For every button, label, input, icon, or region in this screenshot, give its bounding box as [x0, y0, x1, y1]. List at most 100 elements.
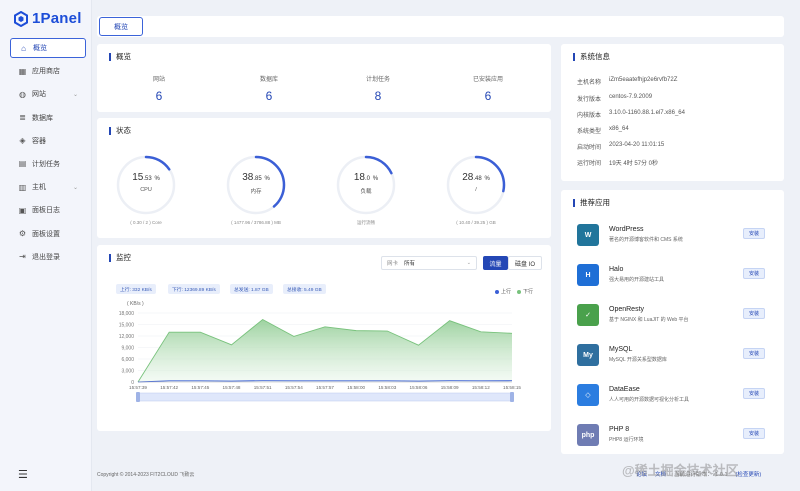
- overview-label: 已安装应用: [472, 77, 503, 83]
- overview-cron[interactable]: 计划任务 8: [338, 74, 418, 103]
- status-title: 状态: [109, 127, 131, 135]
- app-item-mysql[interactable]: My MySQL MySQL 开源关系型数据库 安装: [577, 340, 765, 370]
- sysinfo-key: 发行版本: [577, 97, 602, 103]
- sysinfo-key: 启动时间: [577, 145, 602, 151]
- check-update-link[interactable]: (检查更新): [736, 470, 762, 478]
- gauge-memory: 38.85 % 内存: [225, 154, 287, 216]
- app-item-wordpress[interactable]: W WordPress 著名的开源博客软件和 CMS 系统 安装: [577, 220, 765, 250]
- gauge-label: CPU: [140, 187, 152, 193]
- app-name: PHP 8: [609, 426, 630, 433]
- sidebar-item-cron[interactable]: ▤ 计划任务: [10, 154, 86, 174]
- logo[interactable]: 1Panel: [14, 10, 82, 27]
- zoom-slider: [137, 392, 513, 402]
- gauge-cpu: 15.53 % CPU: [115, 154, 177, 216]
- app-name: OpenResty: [609, 306, 645, 313]
- overview-label: 数据库: [259, 77, 278, 83]
- sidebar-item-label: 面板日志: [32, 207, 60, 215]
- app-item-dataease[interactable]: ◇ DataEase 人人可用的开源数据可视化分析工具 安装: [577, 380, 765, 410]
- sysinfo-card: 系统信息 主机名称 iZm5eaatefhjp2e6rvfb72Z 发行版本 c…: [561, 44, 784, 181]
- install-button[interactable]: 安装: [743, 268, 765, 279]
- overview-title: 概览: [109, 53, 131, 61]
- dataease-icon: ◇: [577, 384, 599, 406]
- overview-label: 网站: [152, 77, 165, 83]
- gauge-value: 38.85 %: [242, 172, 270, 183]
- gauge-label: /: [475, 187, 477, 193]
- x-tick-label: 15:58:09: [441, 385, 459, 390]
- sidebar-item-overview[interactable]: ⌂ 概览: [10, 38, 86, 58]
- x-tick-label: 15:57:54: [285, 385, 303, 390]
- series-area-download: [138, 319, 512, 382]
- install-button[interactable]: 安装: [743, 428, 765, 439]
- sidebar-item-host[interactable]: ▥ 主机 ⌄: [10, 177, 86, 197]
- x-tick-label: 15:57:45: [191, 385, 209, 390]
- app-name: MySQL: [609, 346, 633, 353]
- overview-apps[interactable]: 已安装应用 6: [448, 74, 528, 103]
- sidebar-item-database[interactable]: ≣ 数据库: [10, 108, 86, 128]
- gauge-detail: ( 10.40 / 39.25 ) GB: [456, 220, 496, 225]
- sidebar: 1Panel ⌂ 概览 ▦ 应用商店 ◍ 网站 ⌄ ≣ 数据库 ◈ 容器 ▤ 计…: [0, 0, 92, 491]
- docker-icon: ◈: [19, 136, 26, 146]
- settings-icon: ⚙: [18, 229, 27, 238]
- sidebar-item-label: 容器: [32, 137, 46, 145]
- app-description: 强大易用的开源建站工具: [609, 277, 665, 283]
- sidebar-item-appstore[interactable]: ▦ 应用商店: [10, 61, 86, 81]
- app-name: WordPress: [609, 226, 644, 233]
- x-tick-label: 15:58:12: [472, 385, 490, 390]
- sidebar-item-containers[interactable]: ◈ 容器: [10, 131, 86, 151]
- overview-databases[interactable]: 数据库 6: [229, 74, 309, 103]
- sidebar-item-label: 概览: [33, 45, 47, 52]
- zoom-handle-right[interactable]: [510, 392, 514, 402]
- x-tick-label: 15:57:39: [129, 385, 147, 390]
- gauge-ring: [226, 155, 286, 215]
- app-description: 著名的开源博客软件和 CMS 系统: [609, 237, 683, 243]
- overview-websites[interactable]: 网站 6: [119, 74, 199, 103]
- sidebar-item-settings[interactable]: ⚙ 面板设置: [10, 224, 86, 244]
- app-item-php-8[interactable]: php PHP 8 PHP8 运行环境 安装: [577, 420, 765, 450]
- app-item-openresty[interactable]: ✓ OpenResty 基于 NGINX 和 LuaJIT 的 Web 平台 安装: [577, 300, 765, 330]
- sidebar-item-label: 主机: [32, 184, 46, 192]
- install-button[interactable]: 安装: [743, 308, 765, 319]
- overview-count: 6: [265, 89, 273, 103]
- sysinfo-row: 内核版本 3.10.0-1160.88.1.el7.x86_64: [577, 110, 685, 119]
- copyright: Copyright © 2014-2023 FIT2CLOUD 飞致云: [97, 472, 195, 478]
- app-item-halo[interactable]: H Halo 强大易用的开源建站工具 安装: [577, 260, 765, 290]
- sysinfo-value: 3.10.0-1160.88.1.el7.x86_64: [609, 110, 685, 116]
- x-tick-label: 15:58:00: [347, 385, 365, 390]
- app-description: PHP8 运行环境: [609, 437, 644, 443]
- gauge-ring: [336, 155, 396, 215]
- menu-collapse-icon[interactable]: ☰: [18, 468, 28, 481]
- zoom-handle-left[interactable]: [136, 392, 140, 402]
- sidebar-item-logs[interactable]: ▣ 面板日志: [10, 200, 86, 220]
- x-tick-label: 15:57:42: [160, 385, 178, 390]
- sidebar-item-label: 面板设置: [32, 230, 60, 238]
- status-card: 状态 15.53 % CPU ( 0.30 / 2 ) Core 38.85 % 内存 (…: [97, 118, 551, 238]
- app-description: MySQL 开源关系型数据库: [609, 357, 667, 363]
- sysinfo-row: 主机名称 iZm5eaatefhjp2e6rvfb72Z: [577, 77, 677, 86]
- logo-text: 1Panel: [32, 10, 82, 27]
- sysinfo-value: centos-7.9.2009: [609, 94, 653, 100]
- gauge-value: 28.48 %: [462, 172, 490, 183]
- sidebar-item-label: 网站: [32, 91, 46, 99]
- tab-overview[interactable]: 概览: [99, 17, 143, 36]
- x-tick-label: 15:57:51: [254, 385, 272, 390]
- sidebar-item-logout[interactable]: ⇥ 退出登录: [10, 247, 86, 267]
- logo-hexagon-icon: [14, 10, 28, 27]
- install-button[interactable]: 安装: [743, 228, 765, 239]
- logout-icon: ⇥: [19, 252, 26, 262]
- install-button[interactable]: 安装: [743, 388, 765, 399]
- sysinfo-title: 系统信息: [573, 53, 610, 61]
- x-tick-label: 15:58:06: [410, 385, 428, 390]
- gauge-label: 内存: [250, 189, 262, 195]
- gauge-detail: 运行流畅: [357, 220, 375, 225]
- sidebar-item-websites[interactable]: ◍ 网站 ⌄: [10, 84, 86, 104]
- install-button[interactable]: 安装: [743, 348, 765, 359]
- gauge-disk: 28.48 % /: [445, 154, 507, 216]
- overview-count: 6: [484, 89, 492, 103]
- sysinfo-row: 发行版本 centos-7.9.2009: [577, 94, 652, 103]
- y-tick-label: 9,000: [121, 345, 134, 351]
- y-axis-label: ( KB/s ): [127, 301, 144, 307]
- grid-icon: ▦: [18, 66, 27, 76]
- sysinfo-key: 系统类型: [577, 129, 602, 135]
- y-tick-label: 18,000: [119, 311, 135, 317]
- sysinfo-value: 2023-04-20 11:01:15: [609, 142, 665, 148]
